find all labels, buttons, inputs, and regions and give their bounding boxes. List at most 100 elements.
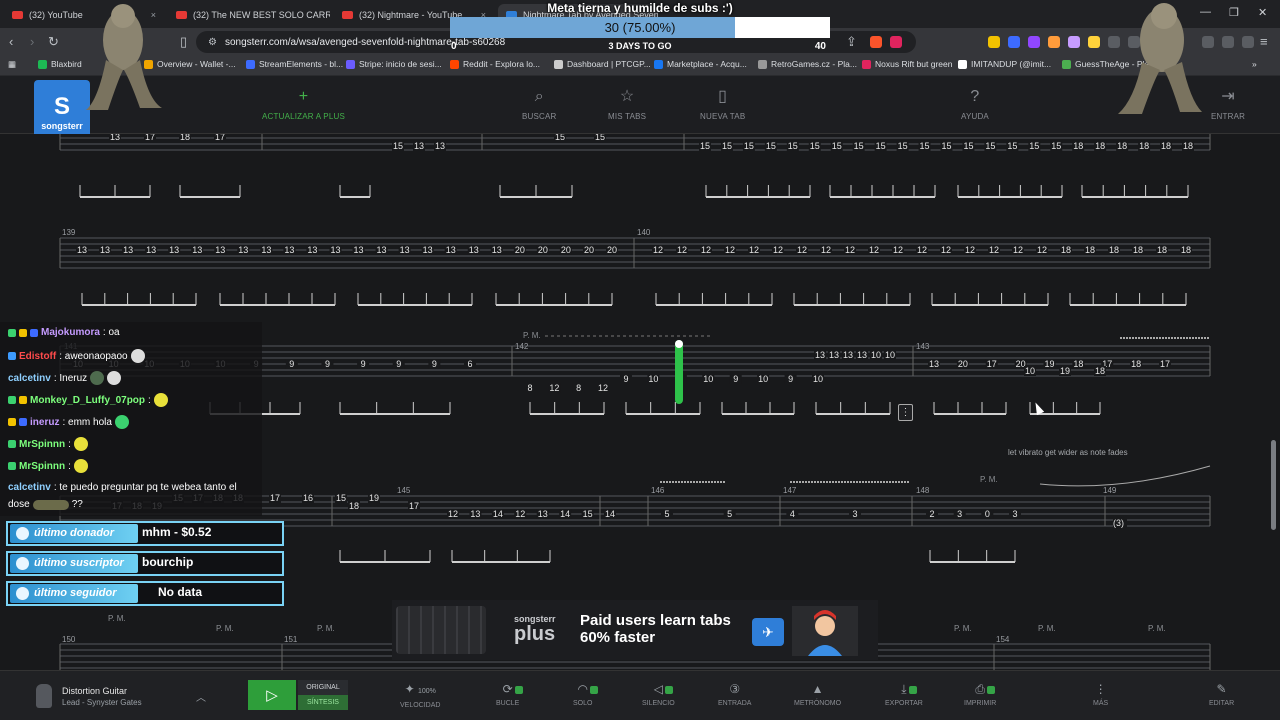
print-button[interactable]: ⎙ IMPRIMIR: [964, 683, 996, 708]
bookmark-item[interactable]: IMITANDUP (@imit...: [958, 59, 1051, 69]
bookmark-favicon: [554, 59, 563, 69]
fret-number: 13: [829, 350, 839, 360]
site-info-icon[interactable]: ⚙: [208, 37, 217, 48]
bookmark-item[interactable]: Marketplace - Acqu...: [654, 59, 747, 69]
measure-number: 146: [651, 486, 665, 495]
chevron-up-icon[interactable]: ︿: [196, 689, 206, 704]
lock-icon: [664, 686, 673, 694]
palm-mute-label: P. M.: [1148, 624, 1166, 633]
speed-button[interactable]: ✦ 100% VELOCIDAD: [400, 683, 440, 710]
bookmark-item[interactable]: Dashboard | PTCGP...: [554, 59, 651, 69]
fret-number: 13: [330, 245, 340, 255]
verified-badge-icon: [30, 328, 38, 337]
fret-number: 13: [238, 245, 248, 255]
fret-number: 15: [898, 141, 908, 151]
bookmark-label: IMITANDUP (@imit...: [971, 59, 1052, 69]
fret-number: 9: [623, 374, 628, 384]
rewards-icon[interactable]: [890, 36, 902, 48]
forward-icon[interactable]: ›: [30, 34, 34, 49]
extension-icon[interactable]: [1048, 36, 1060, 48]
search-button[interactable]: ⌕ BUSCAR: [522, 88, 557, 121]
chat-message: calcetinv : Ineruz: [8, 371, 122, 385]
plus-ad-banner[interactable]: songsterr plus Paid users learn tabs 60%…: [392, 600, 878, 660]
bookmark-item[interactable]: Stripe: inicio de sesi...: [346, 59, 442, 69]
chat-message: Edistoff : aweonaopaoo: [8, 349, 145, 363]
more-bookmarks-icon[interactable]: »: [1252, 59, 1257, 69]
fret-number: 15: [941, 141, 951, 151]
export-button[interactable]: ⤓ EXPORTAR: [885, 682, 923, 708]
apps-icon[interactable]: ▦: [8, 59, 16, 70]
new-tab-button[interactable]: ▯ NUEVA TAB: [700, 88, 745, 121]
track-selector[interactable]: Distortion Guitar Lead - Synyster Gates …: [36, 681, 206, 711]
fret-number: 9: [289, 359, 294, 369]
smile-emote-icon: [114, 415, 129, 429]
bookmark-icon[interactable]: ▯: [180, 34, 187, 49]
note-menu-icon[interactable]: ⋮: [898, 404, 913, 421]
bookmark-item[interactable]: Blaxbird: [38, 59, 82, 69]
my-tabs-button[interactable]: ☆ MIS TABS: [608, 88, 646, 121]
more-button[interactable]: ⋮ MÁS: [1093, 683, 1108, 708]
mute-button[interactable]: ◁ SILENCIO: [642, 683, 675, 708]
bookmark-item[interactable]: StreamElements - bl...: [246, 59, 343, 69]
play-button[interactable]: ▷: [248, 680, 296, 710]
bookmark-item[interactable]: Reddit - Explora lo...: [450, 59, 540, 69]
fret-number: 18: [349, 501, 359, 511]
fret-number: 18: [1161, 141, 1171, 151]
maximize-icon[interactable]: ❐: [1229, 6, 1239, 19]
upgrade-plus-button[interactable]: + ACTUALIZAR A PLUS: [262, 88, 345, 121]
menu-icon[interactable]: ≡: [1260, 34, 1268, 49]
mode-original[interactable]: ORIGINAL: [298, 680, 348, 695]
extension-icon[interactable]: [1088, 36, 1100, 48]
solo-button[interactable]: ◠ SOLO: [573, 682, 598, 707]
extension-icon[interactable]: [1068, 36, 1080, 48]
alert-label-text: último donador: [34, 527, 115, 539]
edit-button[interactable]: ✎ EDITAR: [1209, 683, 1234, 708]
track-name: Distortion Guitar: [62, 685, 128, 696]
bookmark-label: RetroGames.cz - Pla...: [771, 59, 857, 69]
close-window-icon[interactable]: ✕: [1258, 6, 1267, 19]
guitar-neck-image: [396, 606, 486, 654]
chat-message: calcetinv : te puedo preguntar pq te web…: [8, 482, 237, 493]
youtube-icon: [176, 11, 187, 19]
metronome-button[interactable]: ▲ METRÓNOMO: [794, 683, 841, 708]
browser-tab[interactable]: (32) The NEW BEST SOLO CARRY CH... ×: [168, 4, 330, 26]
fret-number: 12: [515, 509, 525, 519]
cat-emote-icon: [130, 349, 145, 363]
profile-icon[interactable]: [1222, 36, 1234, 48]
palm-mute-label: P. M.: [216, 624, 234, 633]
fret-number: 13: [284, 245, 294, 255]
share-icon[interactable]: ⇪: [846, 34, 857, 49]
solo-glyph: ◠: [577, 682, 588, 696]
fret-number: 13: [843, 350, 853, 360]
export-glyph: ⤓: [901, 682, 907, 696]
back-icon[interactable]: ‹: [9, 34, 13, 49]
crocodile-emote-icon: [32, 499, 69, 510]
fret-number: 8: [527, 383, 532, 393]
playback-mode-toggle[interactable]: ORIGINAL SÍNTESIS: [298, 680, 348, 710]
lock-icon: [589, 686, 598, 694]
page-scrollbar[interactable]: [1271, 440, 1276, 530]
loop-button[interactable]: ⟳ BUCLE: [496, 683, 523, 707]
fret-number: 12: [1037, 245, 1047, 255]
bookmark-item[interactable]: RetroGames.cz - Pla...: [758, 59, 857, 69]
help-button[interactable]: ? AYUDA: [961, 88, 989, 121]
mode-synthesis[interactable]: SÍNTESIS: [298, 695, 348, 710]
fret-number: 17: [1160, 359, 1170, 369]
bookmark-label: Stripe: inicio de sesi...: [359, 59, 442, 69]
login-button[interactable]: ⇥ ENTRAR: [1211, 88, 1245, 121]
chat-text: ??: [71, 499, 83, 510]
extension-icon[interactable]: [988, 36, 1000, 48]
reload-icon[interactable]: ↻: [48, 34, 59, 49]
bend-curve: [1039, 465, 1211, 487]
extension-icon[interactable]: [1008, 36, 1020, 48]
count-in-button[interactable]: ③ ENTRADA: [718, 683, 751, 708]
extension-icon[interactable]: [1028, 36, 1040, 48]
fret-number: 9: [396, 359, 401, 369]
brave-shield-icon[interactable]: [870, 36, 882, 48]
fret-number: 3: [1012, 509, 1017, 519]
bookmark-item[interactable]: Noxus Rift but green: [862, 59, 952, 69]
bookmark-label: StreamElements - bl...: [259, 59, 344, 69]
fret-number: 12: [917, 245, 927, 255]
fret-number: 18: [180, 134, 190, 142]
vpn-icon[interactable]: [1242, 36, 1254, 48]
